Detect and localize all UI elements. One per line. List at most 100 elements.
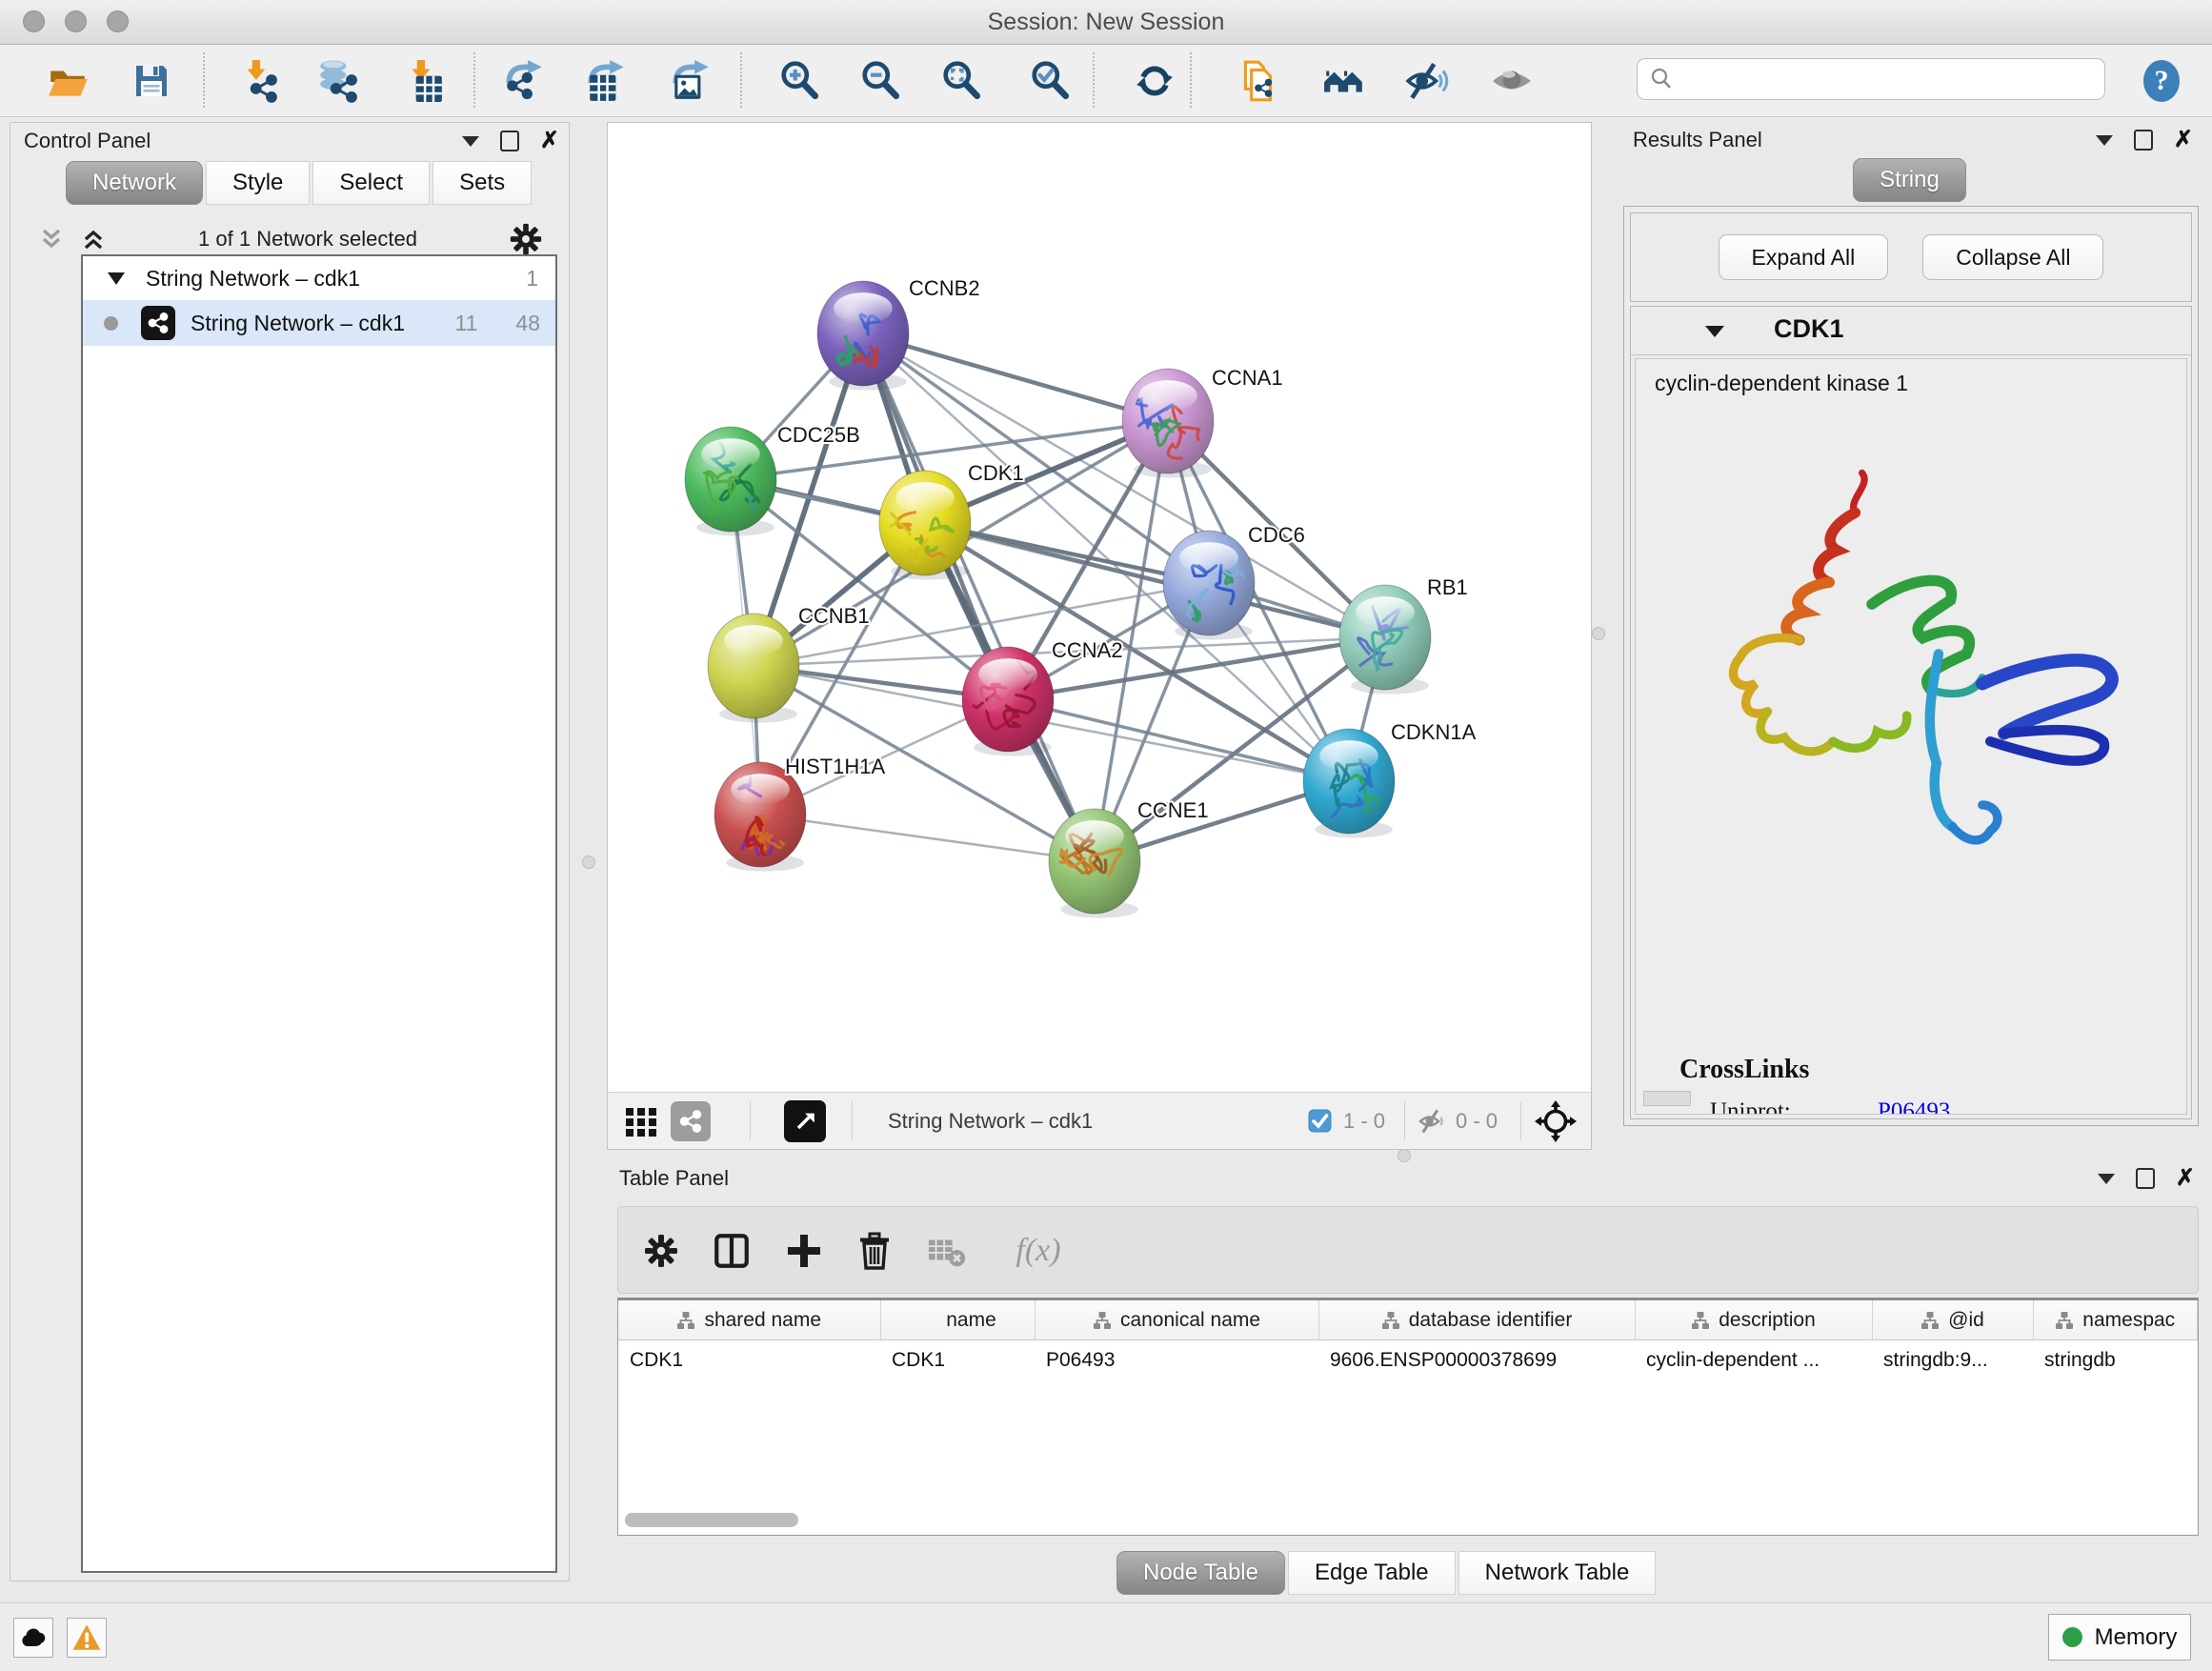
float-panel-icon[interactable] <box>2098 1174 2115 1184</box>
network-node[interactable] <box>817 281 909 391</box>
network-node[interactable] <box>879 471 971 583</box>
tab-node-table[interactable]: Node Table <box>1116 1551 1285 1595</box>
birdseye-grid-button[interactable] <box>623 1093 661 1149</box>
expand-all-networks-icon[interactable] <box>79 225 108 253</box>
help-icon: ? <box>2139 58 2184 104</box>
search-input[interactable] <box>1681 67 2093 91</box>
apply-layout-button[interactable] <box>1131 57 1178 105</box>
node-label: HIST1H1A <box>785 755 885 778</box>
warnings-button[interactable] <box>67 1618 107 1658</box>
collapse-entry-icon[interactable] <box>1705 326 1724 337</box>
network-node[interactable] <box>948 643 1054 755</box>
network-canvas[interactable]: CCNB2CCNA1CDC25BCDK1CDC6RB1CCNB1CCNA2CDK… <box>608 123 1591 1093</box>
column-header[interactable]: @id <box>1872 1300 2033 1340</box>
create-column-button[interactable] <box>782 1229 826 1273</box>
left-splitter-handle[interactable] <box>582 856 595 869</box>
delete-column-button[interactable] <box>853 1229 896 1273</box>
tab-select[interactable]: Select <box>312 161 430 205</box>
collection-name: String Network – cdk1 <box>146 266 360 292</box>
network-node[interactable] <box>708 614 799 723</box>
selected-counts: 1 - 0 <box>1343 1093 1385 1149</box>
column-header[interactable]: database identifier <box>1318 1300 1635 1340</box>
network-node[interactable] <box>685 427 781 536</box>
crosslinks-title: CrossLinks <box>1679 1055 1809 1085</box>
close-panel-icon[interactable]: ✗ <box>540 132 559 150</box>
maximize-panel-icon[interactable] <box>2136 1168 2155 1189</box>
export-image-button[interactable] <box>668 57 715 105</box>
maximize-panel-icon[interactable] <box>500 131 519 151</box>
zoom-window-button[interactable] <box>107 10 129 32</box>
table-horizontal-scrollbar[interactable] <box>619 1511 2197 1530</box>
column-header[interactable]: shared name <box>618 1300 880 1340</box>
help-button[interactable]: ? <box>2138 57 2185 105</box>
selected-checkbox[interactable] <box>1308 1093 1332 1149</box>
hidden-counts: 0 - 0 <box>1456 1093 1498 1149</box>
network-node[interactable] <box>1044 809 1140 918</box>
close-window-button[interactable] <box>23 10 45 32</box>
export-network-button[interactable] <box>501 57 549 105</box>
net-toolbar-separator <box>852 1101 853 1140</box>
close-panel-icon[interactable]: ✗ <box>2174 131 2193 149</box>
first-neighbors-button[interactable] <box>1320 57 1368 105</box>
results-scrollbar-thumb[interactable] <box>1643 1091 1691 1106</box>
memory-button[interactable]: Memory <box>2048 1614 2191 1661</box>
fit-content-button[interactable] <box>938 57 986 105</box>
collapse-all-networks-icon[interactable] <box>37 225 66 253</box>
tab-network[interactable]: Network <box>66 161 203 205</box>
collapse-all-button[interactable]: Collapse All <box>1922 234 2103 280</box>
column-header[interactable]: name <box>880 1300 1035 1340</box>
network-type-button[interactable] <box>671 1093 711 1149</box>
float-panel-icon[interactable] <box>462 136 479 147</box>
expand-all-button[interactable]: Expand All <box>1719 234 1889 280</box>
column-header[interactable]: description <box>1635 1300 1872 1340</box>
crosslink-link[interactable]: P06493 <box>1878 1098 1950 1115</box>
maximize-panel-icon[interactable] <box>2134 130 2153 151</box>
scrollbar-thumb[interactable] <box>625 1513 798 1527</box>
import-network-database-button[interactable] <box>314 57 362 105</box>
detach-view-button[interactable] <box>784 1093 826 1149</box>
zoom-in-button[interactable] <box>776 57 824 105</box>
tab-style[interactable]: Style <box>206 161 310 205</box>
import-network-file-button[interactable] <box>234 57 282 105</box>
float-panel-icon[interactable] <box>2096 135 2113 146</box>
zoom-selected-button[interactable] <box>1027 57 1075 105</box>
new-network-from-selection-button[interactable] <box>1235 57 1282 105</box>
network-options-gear-icon[interactable] <box>508 221 544 257</box>
gear-icon <box>642 1232 680 1270</box>
checkbox-checked-icon <box>1308 1109 1332 1133</box>
tab-string[interactable]: String <box>1853 158 1966 202</box>
show-all-button[interactable] <box>1488 57 1536 105</box>
tab-network-table[interactable]: Network Table <box>1458 1551 1657 1595</box>
hide-selected-button[interactable] <box>1403 57 1451 105</box>
column-header[interactable]: namespac <box>2033 1300 2198 1340</box>
network-node[interactable] <box>1303 729 1395 838</box>
network-node[interactable] <box>714 762 806 872</box>
minimize-window-button[interactable] <box>65 10 87 32</box>
network-node[interactable] <box>1339 585 1431 695</box>
export-table-button[interactable] <box>583 57 631 105</box>
right-splitter-handle[interactable] <box>1592 627 1605 640</box>
save-session-button[interactable] <box>128 57 175 105</box>
import-table-file-button[interactable] <box>399 57 447 105</box>
table-options-button[interactable] <box>639 1229 683 1273</box>
network-node[interactable] <box>1122 369 1214 478</box>
column-header[interactable]: canonical name <box>1035 1300 1318 1340</box>
toolbar-search[interactable] <box>1637 58 2105 100</box>
zoom-out-button[interactable] <box>857 57 905 105</box>
hidden-indicator <box>1416 1093 1450 1149</box>
shared-column-icon <box>1691 1311 1710 1330</box>
cloud-status-button[interactable] <box>13 1618 53 1658</box>
open-session-button[interactable] <box>44 57 91 105</box>
network-collection-row[interactable]: String Network – cdk1 1 <box>83 256 555 300</box>
tab-edge-table[interactable]: Edge Table <box>1288 1551 1456 1595</box>
close-panel-icon[interactable]: ✗ <box>2176 1170 2195 1187</box>
collapse-triangle-icon[interactable] <box>108 272 125 285</box>
pan-navigate-button[interactable] <box>1534 1093 1578 1149</box>
entry-header[interactable]: CDK1 <box>1631 307 2191 355</box>
tab-sets[interactable]: Sets <box>432 161 532 205</box>
network-row-selected[interactable]: String Network – cdk1 11 48 <box>83 300 555 346</box>
show-columns-button[interactable] <box>710 1229 754 1273</box>
node-label: CCNB2 <box>909 276 980 300</box>
table-row[interactable]: CDK1 CDK1 P06493 9606.ENSP00000378699 cy… <box>618 1340 2198 1381</box>
node-table[interactable]: shared name name canonical name database… <box>617 1298 2199 1536</box>
